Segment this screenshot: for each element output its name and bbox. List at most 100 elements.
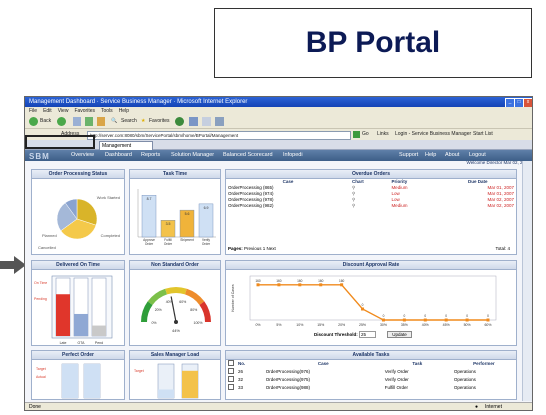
menu-item[interactable]: Edit [43, 108, 52, 114]
favorites-label[interactable]: Favorites [149, 117, 170, 126]
window-title-bar: Management Dashboard · Service Business … [25, 97, 532, 108]
data-label: 160 [276, 279, 282, 283]
pie-label: Planned [42, 233, 57, 238]
menu-item[interactable]: View [58, 108, 69, 114]
gauge-segment [141, 301, 153, 323]
data-point [465, 318, 469, 322]
case-cell[interactable]: OrderProcessing (982) [226, 203, 350, 209]
panel-perfect-order: Perfect Order Target Actual [31, 350, 125, 400]
threshold-row: Discount Threshold: 25 Update [314, 331, 412, 338]
nav-solution-manager[interactable]: Solution Manager [171, 150, 214, 161]
threshold-label: Discount Threshold: [314, 332, 358, 337]
link-login[interactable]: Login - Service Business Manager [395, 129, 471, 140]
table-row[interactable]: 32 OrderProcessing(975) Verify Order Ope… [226, 376, 516, 384]
link-start-list[interactable]: Start List [473, 129, 493, 140]
task-cell: Verify Order [384, 369, 409, 374]
bar [56, 294, 70, 336]
app-logo: SBM [29, 152, 50, 161]
panel-order-processing-status: Order Processing Status Work Started Comp… [31, 169, 125, 255]
nav-dashboard[interactable]: Dashboard [105, 150, 132, 161]
forward-icon[interactable] [57, 117, 66, 126]
gauge-segment [147, 288, 168, 306]
available-tasks-table: No. Case Task Performer 26 OrderProcessi… [226, 360, 516, 392]
x-tick-label: 35% [401, 323, 408, 327]
category-label: Pend [95, 341, 103, 345]
delivered-bar-chart: Late OTA Pend On Time Pending [34, 275, 113, 345]
data-point [256, 283, 260, 287]
table-row[interactable]: OrderProcessing (982) ⚲ Medium Mar 02, 2… [226, 203, 516, 209]
bar [92, 325, 106, 336]
performer-cell: Operations [453, 385, 476, 390]
mail-icon[interactable] [202, 117, 211, 126]
data-point [319, 283, 323, 287]
search-label[interactable]: Search [121, 117, 137, 126]
nav-reports[interactable]: Reports [141, 150, 160, 161]
nav-balanced-scorecard[interactable]: Balanced Scorecard [223, 150, 273, 161]
refresh-icon[interactable] [85, 117, 93, 126]
table-row[interactable]: 26 OrderProcessing(976) Verify Order Ope… [226, 368, 516, 376]
pie-label: Work Started [97, 195, 120, 200]
data-label: 160 [297, 279, 303, 283]
panel-title: Order Processing Status [32, 170, 124, 179]
x-tick-label: 0% [255, 323, 260, 327]
menu-item[interactable]: Tools [101, 108, 113, 114]
x-tick-label: 20% [338, 323, 345, 327]
task-cell: Fulfill Order [384, 385, 409, 390]
history-icon[interactable] [189, 117, 198, 126]
back-label[interactable]: Back [40, 117, 51, 126]
plot-frame [249, 275, 497, 321]
case-cell[interactable]: OrderProcessing(976) [264, 368, 383, 376]
gauge-segment [184, 288, 205, 306]
x-tick-label: 45% [443, 323, 450, 327]
no-cell: 26 [238, 369, 244, 374]
pages-value[interactable]: Previous 1 Next [244, 246, 276, 251]
nav-overview[interactable]: Overview [71, 150, 94, 161]
back-icon[interactable] [29, 117, 38, 126]
menu-item[interactable]: Favorites [74, 108, 95, 114]
series-label: Actual [36, 375, 46, 379]
address-input[interactable]: http://server.com:8080/sbm/ServicePortal… [87, 131, 351, 140]
no-cell: 33 [238, 385, 244, 390]
menu-item[interactable]: File [29, 108, 37, 114]
go-button[interactable]: Go [362, 129, 369, 140]
row-checkbox[interactable] [228, 376, 234, 382]
highlight-box [25, 135, 95, 149]
data-label: 160 [255, 279, 261, 283]
row-checkbox[interactable] [228, 384, 234, 390]
select-all-checkbox[interactable] [228, 360, 234, 366]
data-label: 0 [445, 314, 447, 318]
gauge-value-label: 44% [172, 328, 180, 333]
menu-item[interactable]: Help [119, 108, 129, 114]
panel-non-standard-order: Non Standard Order 0% 20% 40% 60% 80% 100% 44% [129, 260, 221, 346]
search-icon[interactable]: 🔍 [111, 117, 117, 126]
case-cell[interactable]: OrderProcessing(988) [264, 384, 383, 392]
table-row[interactable]: 33 OrderProcessing(988) Fulfill Order Op… [226, 384, 516, 392]
stop-icon[interactable] [73, 117, 81, 126]
pages-label: Pages: [228, 246, 243, 251]
page-scrollbar[interactable] [522, 161, 532, 401]
gauge-tick-label: 100% [194, 321, 203, 325]
media-icon[interactable] [175, 117, 184, 126]
threshold-input[interactable]: 25 [359, 331, 377, 338]
go-icon[interactable] [353, 131, 360, 138]
column-header: Performer [473, 361, 495, 366]
column-header: Case [317, 361, 329, 366]
gauge-tick-label: 0% [151, 321, 156, 325]
panel-available-tasks: Available Tasks No. Case Task Performer … [225, 350, 517, 400]
tab-row: Management [25, 140, 532, 151]
case-cell[interactable]: OrderProcessing(975) [264, 376, 383, 384]
panel-title: Perfect Order [32, 351, 124, 360]
favorites-icon[interactable]: ★ [141, 117, 145, 126]
column-header: No. [238, 361, 246, 366]
toolbar: Back 🔍 Search ★ Favorites [25, 115, 532, 129]
series-label: On Time [34, 281, 47, 285]
home-icon[interactable] [97, 117, 105, 126]
row-checkbox[interactable] [228, 368, 234, 374]
panel-title: Overdue Orders [226, 170, 516, 179]
globe-icon: ● [475, 404, 479, 410]
x-tick-label: 60% [484, 323, 491, 327]
update-button[interactable]: Update [387, 331, 412, 338]
nav-infopedi[interactable]: Infopedi [283, 150, 303, 161]
print-icon[interactable] [215, 117, 224, 126]
due-date-cell: Mar 02, 2007 [487, 203, 514, 208]
